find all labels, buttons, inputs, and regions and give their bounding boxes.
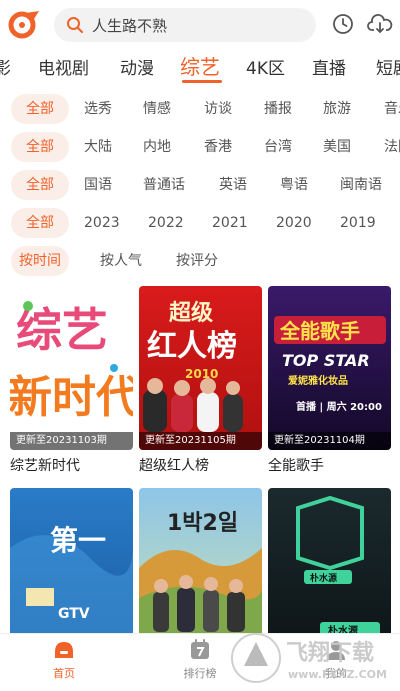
filter-chip[interactable]: 法国 (384, 132, 400, 162)
filter-chip[interactable]: 播报 (264, 94, 292, 124)
poster-art: 综艺 新时代 (10, 301, 133, 423)
filter-chip[interactable]: 访谈 (204, 94, 232, 124)
poster-text: 新时代 (10, 372, 133, 423)
poster-art: 第一 GTV (10, 524, 133, 652)
show-poster[interactable]: 综艺 新时代 更新至20231103期 (10, 286, 133, 450)
active-tab-indicator (182, 80, 222, 83)
site-watermark: 飞翔下载 www.FXXZ.COM (231, 633, 387, 683)
filter-chip[interactable]: 2021 (212, 208, 248, 238)
search-bar[interactable]: 人生路不熟 (54, 8, 316, 42)
show-card[interactable]: 全能歌手 TOP STAR 爱妮雅化妆品 首播 | 周六 20:00 更新至20… (268, 286, 391, 475)
filter-chip[interactable]: 台湾 (264, 132, 292, 162)
poster-text: 首播 | 周六 20:00 (296, 400, 382, 413)
poster-text: 1박2일 (167, 511, 238, 536)
poster-text: 爱妮雅化妆品 (288, 374, 348, 387)
show-title[interactable]: 全能歌手 (268, 455, 391, 475)
show-poster[interactable]: 超级 红人榜 2010 更新至20231105期 (139, 286, 262, 450)
filter-row-region: 全部 大陆 内地 香港 台湾 美国 法国 (0, 132, 400, 162)
tab-movie[interactable]: 影 (0, 54, 11, 79)
filter-chip[interactable]: 旅游 (323, 94, 351, 124)
filter-chip[interactable]: 普通话 (143, 170, 185, 200)
filter-row-type: 全部 选秀 情感 访谈 播报 旅游 音乐 (0, 94, 400, 124)
show-poster[interactable]: 全能歌手 TOP STAR 爱妮雅化妆品 首播 | 周六 20:00 更新至20… (268, 286, 391, 450)
filter-chip[interactable]: 国语 (84, 170, 112, 200)
tab-variety[interactable]: 综艺 (180, 51, 220, 80)
filter-chip[interactable]: 香港 (204, 132, 232, 162)
show-title[interactable]: 综艺新时代 (10, 455, 133, 475)
cloud-download-icon[interactable] (367, 13, 393, 35)
filter-chip[interactable]: 2023 (84, 208, 120, 238)
show-card[interactable]: 第一 GTV (10, 488, 133, 652)
sort-by-popularity[interactable]: 按人气 (100, 246, 142, 276)
watermark-text: 飞翔下载 (286, 640, 374, 666)
poster-text: 红人榜 (147, 329, 237, 364)
tab-live[interactable]: 直播 (312, 54, 346, 79)
filter-chip[interactable]: 英语 (219, 170, 247, 200)
filter-chip[interactable]: 全部 (11, 94, 69, 124)
filter-chip[interactable]: 闽南语 (340, 170, 382, 200)
tab-short-drama[interactable]: 短剧 (376, 54, 400, 79)
tab-4k[interactable]: 4K区 (246, 54, 285, 79)
filter-chip[interactable]: 选秀 (84, 94, 112, 124)
filter-chip[interactable]: 全部 (11, 208, 69, 238)
history-icon[interactable] (332, 13, 354, 35)
update-badge: 更新至20231103期 (10, 432, 133, 450)
filter-chip[interactable]: 音乐 (384, 94, 400, 124)
filter-chip[interactable]: 内地 (143, 132, 171, 162)
tab-anime[interactable]: 动漫 (120, 54, 154, 79)
poster-text: 超级 (169, 300, 213, 326)
poster-text: GTV (58, 606, 90, 622)
filter-chip[interactable]: 美国 (323, 132, 351, 162)
filter-chip[interactable]: 全部 (11, 132, 69, 162)
show-title[interactable]: 超级红人榜 (139, 455, 262, 475)
filter-row-language: 全部 国语 普通话 英语 粤语 闽南语 (0, 170, 400, 200)
nav-label: 首页 (53, 667, 75, 680)
update-badge: 更新至20231104期 (268, 432, 391, 450)
poster-art: 超级 红人榜 2010 (143, 300, 243, 432)
filter-chip[interactable]: 2022 (148, 208, 184, 238)
filter-chip[interactable]: 2020 (276, 208, 312, 238)
filter-chip[interactable]: 全部 (11, 170, 69, 200)
filter-chip[interactable]: 粤语 (280, 170, 308, 200)
nav-home[interactable]: 首页 (24, 638, 104, 681)
poster-text: 第一 (50, 524, 106, 557)
tab-tv-series[interactable]: 电视剧 (38, 54, 89, 79)
filter-chip[interactable]: 大陆 (84, 132, 112, 162)
search-input[interactable]: 人生路不熟 (92, 15, 167, 36)
watermark-url: www.FXXZ.COM (288, 668, 387, 681)
show-card[interactable]: 综艺 新时代 更新至20231103期 综艺新时代 (10, 286, 133, 475)
top-bar: 人生路不熟 (0, 0, 400, 48)
sort-by-time[interactable]: 按时间 (11, 246, 69, 276)
poster-text: 全能歌手 (279, 319, 360, 343)
filter-row-sort: 按时间 按人气 按评分 (0, 246, 400, 276)
sort-by-rating[interactable]: 按评分 (176, 246, 218, 276)
poster-art: 全能歌手 TOP STAR 爱妮雅化妆品 首播 | 周六 20:00 (274, 316, 386, 413)
poster-text: 2010 (185, 367, 218, 381)
show-card[interactable]: 超级 红人榜 2010 更新至20231105期 超级红人榜 (139, 286, 262, 475)
poster-text: TOP STAR (282, 351, 370, 370)
show-poster[interactable]: 第一 GTV (10, 488, 133, 652)
app-logo-icon[interactable] (8, 9, 42, 39)
poster-text: 朴水源 (310, 572, 337, 584)
filter-row-year: 全部 2023 2022 2021 2020 2019 (0, 208, 400, 238)
filter-chip[interactable]: 2019 (340, 208, 376, 238)
category-tabs: 影 电视剧 动漫 综艺 4K区 直播 短剧 (0, 48, 400, 86)
ranking-icon (191, 639, 209, 659)
filter-chip[interactable]: 情感 (143, 94, 171, 124)
search-icon (67, 17, 83, 33)
update-badge: 更新至20231105期 (139, 432, 262, 450)
poster-text: 综艺 (16, 303, 108, 357)
home-icon (55, 642, 73, 658)
